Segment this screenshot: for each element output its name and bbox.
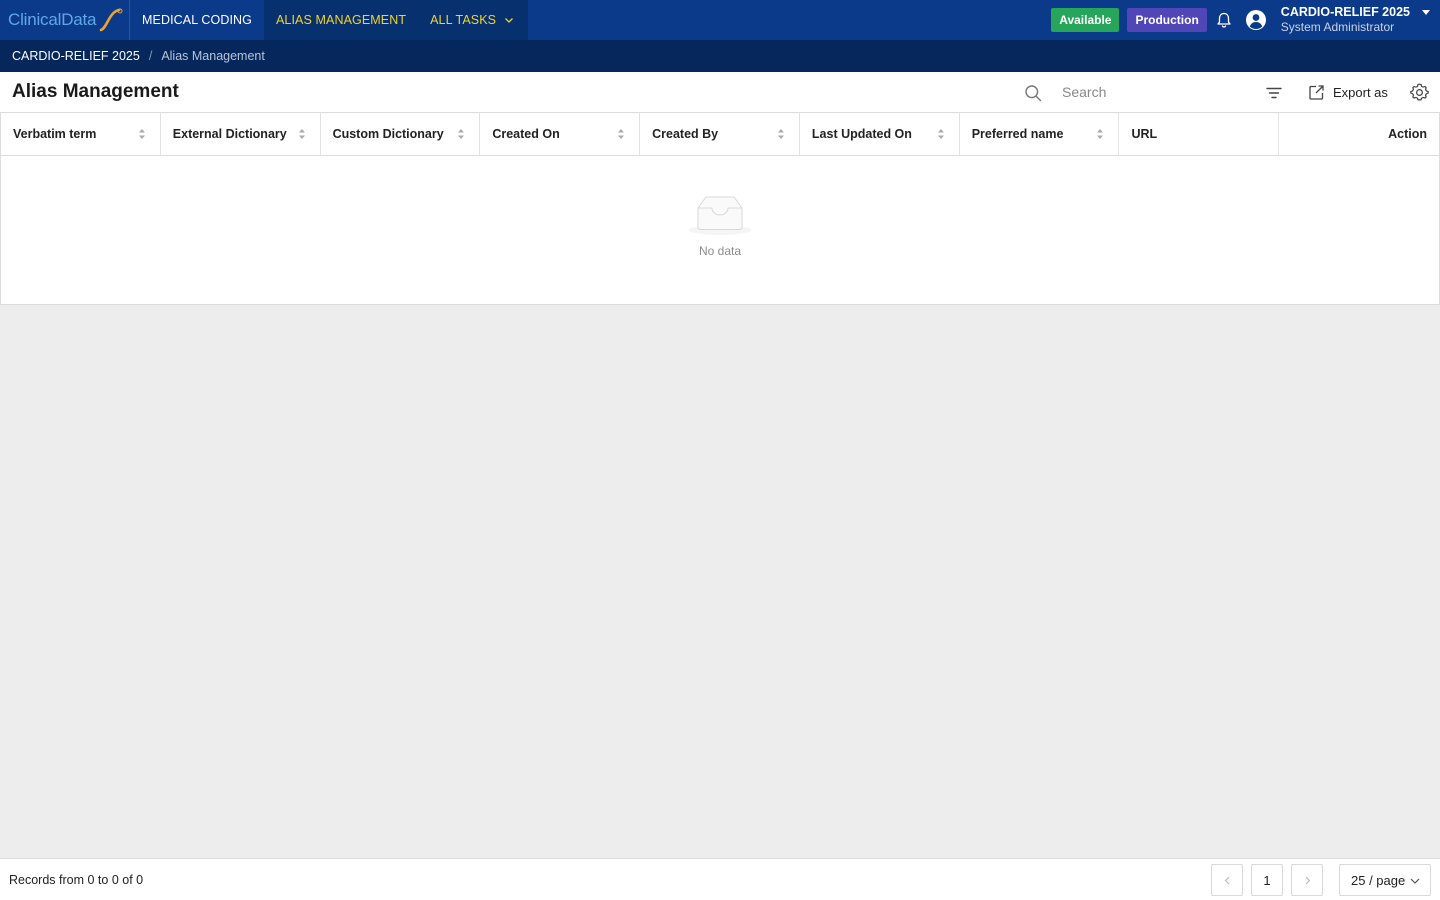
caret-down-icon[interactable] [1422, 10, 1430, 16]
chevron-down-icon [1410, 878, 1420, 884]
production-badge[interactable]: Production [1127, 8, 1207, 32]
bell-icon[interactable] [1215, 11, 1233, 29]
prev-page-button[interactable] [1211, 864, 1243, 896]
page-title: Alias Management [12, 81, 179, 102]
column-verbatim-term[interactable]: Verbatim term [1, 113, 161, 155]
search-icon[interactable] [1024, 84, 1042, 102]
column-label: Created On [492, 127, 560, 141]
empty-inbox-icon [689, 196, 751, 235]
empty-state: No data [1, 156, 1439, 304]
export-label: Export as [1333, 84, 1388, 100]
nav-all-tasks-label: ALL TASKS [430, 13, 497, 27]
top-right-area: Available Production CARDIO-RELIEF 2025 … [1051, 0, 1440, 40]
top-nav: ClinicalData MEDICAL CODING ALIAS MANAGE… [0, 0, 1440, 40]
user-avatar-icon[interactable] [1245, 9, 1267, 31]
next-page-button[interactable] [1291, 864, 1323, 896]
export-icon [1309, 84, 1324, 100]
empty-text: No data [698, 244, 742, 258]
user-info[interactable]: CARDIO-RELIEF 2025 System Administrator [1281, 5, 1410, 35]
sort-icon[interactable] [138, 128, 146, 140]
table-footer: Records from 0 to 0 of 0 1 25 / page [0, 858, 1440, 900]
logo-swoosh-icon [100, 8, 123, 32]
column-label: External Dictionary [172, 127, 287, 141]
alias-table: Verbatim term External Dictionary Custom… [0, 113, 1440, 305]
sort-icon[interactable] [457, 128, 465, 140]
column-created-by[interactable]: Created By [640, 113, 800, 155]
sort-icon[interactable] [1096, 128, 1104, 140]
column-preferred-name[interactable]: Preferred name [960, 113, 1120, 155]
sort-icon[interactable] [298, 128, 306, 140]
user-study: CARDIO-RELIEF 2025 [1280, 5, 1410, 19]
nav-alias-management[interactable]: ALIAS MANAGEMENT [263, 0, 419, 40]
records-count: Records from 0 to 0 of 0 [9, 872, 144, 887]
table-header: Verbatim term External Dictionary Custom… [1, 113, 1439, 156]
filter-icon[interactable] [1265, 84, 1283, 102]
column-label: Verbatim term [13, 127, 97, 141]
sort-icon[interactable] [937, 128, 945, 140]
breadcrumb-current: Alias Management [161, 49, 265, 63]
nav-medical-coding[interactable]: MEDICAL CODING [130, 0, 264, 40]
column-label: URL [1131, 127, 1158, 141]
available-badge[interactable]: Available [1051, 8, 1120, 32]
chevron-right-icon [1305, 876, 1310, 884]
sort-icon[interactable] [617, 128, 625, 140]
user-role: System Administrator [1280, 20, 1395, 34]
column-label: Custom Dictionary [332, 127, 444, 141]
page-size-value: 25 / page [1351, 872, 1406, 888]
search-input[interactable] [1054, 78, 1244, 106]
current-page-button[interactable]: 1 [1251, 864, 1283, 896]
breadcrumb-study-link[interactable]: CARDIO-RELIEF 2025 [12, 49, 140, 63]
column-label: Action [1388, 127, 1428, 141]
column-custom-dictionary[interactable]: Custom Dictionary [321, 113, 481, 155]
column-label: Created By [652, 127, 719, 141]
nav-all-tasks[interactable]: ALL TASKS [418, 0, 529, 40]
column-action: Action [1279, 113, 1439, 155]
page-size-select[interactable]: 25 / page [1339, 864, 1431, 896]
column-label: Preferred name [971, 127, 1064, 141]
chevron-left-icon [1224, 876, 1229, 884]
column-created-on[interactable]: Created On [480, 113, 641, 155]
gear-icon[interactable] [1410, 83, 1429, 102]
breadcrumb: CARDIO-RELIEF 2025 / Alias Management [0, 40, 1440, 72]
column-url: URL [1119, 113, 1280, 155]
breadcrumb-separator: / [148, 49, 153, 63]
chevron-down-icon [505, 18, 514, 23]
clinicaldata-logo[interactable]: ClinicalData [0, 0, 130, 40]
logo-text: ClinicalData [8, 10, 97, 29]
page-header: Alias Management Export as [0, 72, 1440, 113]
column-label: Last Updated On [811, 127, 912, 141]
column-last-updated-on[interactable]: Last Updated On [800, 113, 960, 155]
column-external-dictionary[interactable]: External Dictionary [161, 113, 321, 155]
export-button[interactable]: Export as [1308, 82, 1388, 102]
sort-icon[interactable] [777, 128, 785, 140]
